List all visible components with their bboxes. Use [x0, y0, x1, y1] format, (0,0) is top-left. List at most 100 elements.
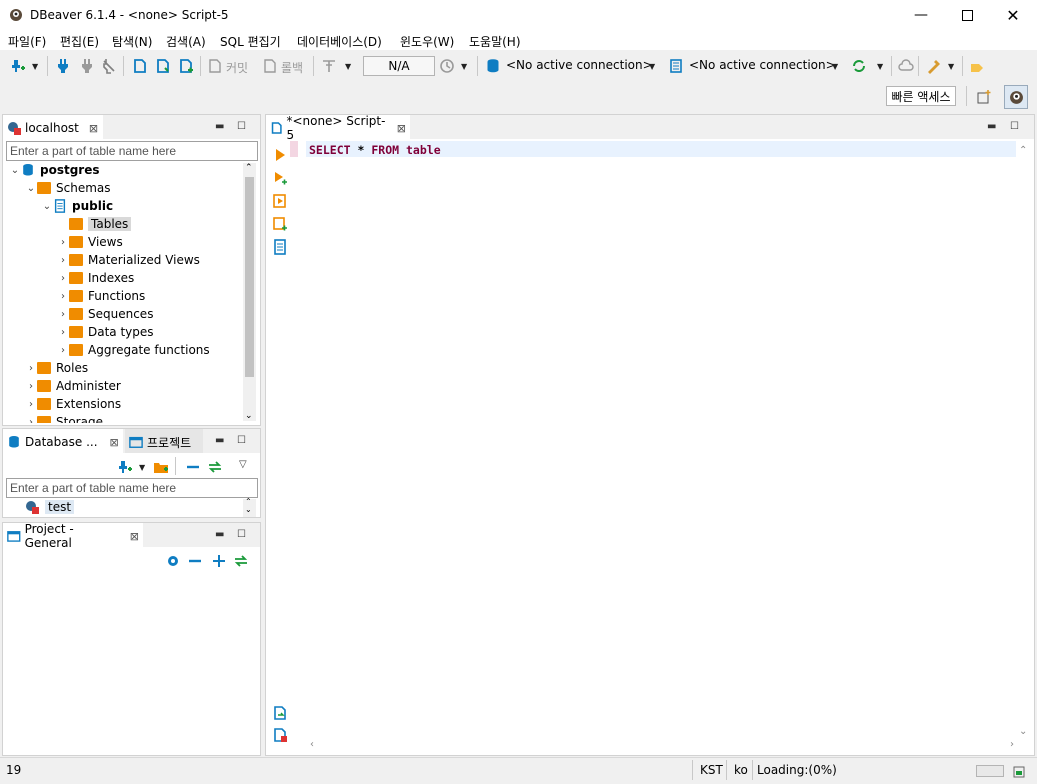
chevron-down-icon[interactable]: ▼	[832, 62, 838, 71]
tree-item-storage[interactable]: › Storage	[25, 413, 103, 423]
execute-script-new-tab-icon[interactable]	[272, 216, 288, 232]
maximize-panel-icon[interactable]: ☐	[237, 121, 246, 132]
database-filter-input[interactable]: Enter a part of table name here	[6, 478, 258, 498]
tree-item-sequences[interactable]: › Sequences	[57, 305, 153, 323]
disconnect-icon[interactable]	[101, 58, 117, 74]
chevron-up-icon[interactable]: ⌃	[245, 163, 253, 173]
collapse-all-icon[interactable]	[187, 553, 203, 569]
tree-item-indexes[interactable]: › Indexes	[57, 269, 134, 287]
chevron-down-icon[interactable]: ▼	[345, 62, 351, 71]
maximize-panel-icon[interactable]: ☐	[237, 529, 246, 540]
chevron-down-icon[interactable]: ⌄	[25, 183, 37, 194]
tree-item-test[interactable]: test	[25, 498, 75, 516]
chevron-right-icon[interactable]: ›	[57, 273, 69, 284]
menu-file[interactable]: 파일(F)	[8, 33, 46, 50]
chevron-down-icon[interactable]: ⌄	[41, 201, 53, 212]
maximize-panel-icon[interactable]: ☐	[237, 435, 246, 446]
rollback-icon[interactable]	[262, 58, 278, 74]
heap-status-bar[interactable]	[976, 765, 1004, 777]
maximize-button[interactable]	[944, 0, 990, 30]
navigator-scrollbar[interactable]: ⌃ ⌄	[243, 163, 256, 421]
open-perspective-icon[interactable]	[976, 89, 992, 105]
tab-projects[interactable]: 프로젝트	[125, 429, 203, 453]
explain-plan-icon[interactable]	[272, 239, 288, 255]
minimize-panel-icon[interactable]: ▬	[215, 435, 224, 446]
tree-item-postgres[interactable]: ⌄ postgres	[9, 161, 100, 179]
chevron-down-icon[interactable]: ▼	[461, 62, 467, 71]
chevron-right-icon[interactable]: ›	[57, 309, 69, 320]
chevron-down-icon[interactable]: ▼	[877, 62, 883, 71]
sql-editor-icon[interactable]	[132, 58, 148, 74]
commit-button[interactable]: 커밋	[226, 59, 248, 76]
execute-script-icon[interactable]	[272, 193, 288, 209]
execute-in-new-tab-icon[interactable]	[272, 170, 288, 186]
chevron-right-icon[interactable]: ›	[57, 327, 69, 338]
chevron-down-icon[interactable]: ▼	[948, 62, 954, 71]
minimize-panel-icon[interactable]: ▬	[987, 121, 996, 132]
editor-scrollbar-vertical[interactable]: ⌃ ⌄	[1017, 145, 1031, 737]
garbage-collect-icon[interactable]	[1011, 763, 1027, 779]
chevron-down-icon[interactable]: ⌄	[1019, 726, 1027, 737]
tree-item-data-types[interactable]: › Data types	[57, 323, 154, 341]
chevron-right-icon[interactable]: ›	[25, 381, 37, 392]
dbeaver-perspective-button[interactable]	[1004, 85, 1028, 109]
view-menu-icon[interactable]: ▽	[239, 459, 247, 470]
menu-window[interactable]: 윈도우(W)	[400, 33, 454, 50]
menu-database[interactable]: 데이터베이스(D)	[297, 33, 382, 50]
tree-item-views[interactable]: › Views	[57, 233, 123, 251]
chevron-down-icon[interactable]: ▼	[139, 463, 145, 472]
history-icon[interactable]	[439, 58, 455, 74]
tree-item-functions[interactable]: › Functions	[57, 287, 145, 305]
minimize-panel-icon[interactable]: ▬	[215, 529, 224, 540]
menu-navigate[interactable]: 탐색(N)	[112, 33, 152, 50]
close-tab-icon[interactable]: ⊠	[89, 122, 98, 135]
tree-item-public[interactable]: ⌄ public	[41, 197, 113, 215]
maximize-panel-icon[interactable]: ☐	[1010, 121, 1019, 132]
chevron-down-icon[interactable]: ▼	[649, 62, 655, 71]
active-schema-selector[interactable]: <No active connection>	[689, 58, 836, 72]
chevron-right-icon[interactable]: ›	[25, 363, 37, 374]
database-scrollbar[interactable]: ⌃ ⌄	[243, 497, 256, 517]
tree-item-extensions[interactable]: › Extensions	[25, 395, 121, 413]
chevron-left-icon[interactable]: ‹	[310, 739, 314, 750]
cloud-icon[interactable]	[898, 58, 914, 74]
export-script-icon[interactable]	[272, 705, 288, 721]
chevron-right-icon[interactable]: ›	[57, 345, 69, 356]
link-with-editor-icon[interactable]	[233, 553, 249, 569]
minimize-button[interactable]: —	[898, 0, 944, 30]
chevron-down-icon[interactable]: ⌄	[9, 165, 21, 176]
invalidate-reconnect-icon[interactable]	[79, 58, 95, 74]
tab-script-5[interactable]: *<none> Script-5 ⊠	[266, 114, 410, 142]
connect-icon[interactable]	[55, 58, 71, 74]
close-tab-icon[interactable]: ⊠	[397, 122, 406, 135]
close-button[interactable]: ✕	[990, 0, 1036, 30]
new-connection-icon[interactable]	[10, 58, 26, 74]
tree-item-schemas[interactable]: ⌄ Schemas	[25, 179, 111, 197]
sql-code-line[interactable]: SELECT * FROM table	[309, 143, 441, 157]
new-connection-icon[interactable]	[117, 459, 133, 475]
chevron-down-icon[interactable]: ⌄	[245, 411, 253, 421]
navigator-filter-input[interactable]: Enter a part of table name here	[6, 141, 258, 161]
menu-help[interactable]: 도움말(H)	[469, 33, 521, 50]
chevron-down-icon[interactable]: ⌄	[245, 505, 252, 514]
tab-project-general[interactable]: Project - General ⊠	[3, 522, 143, 550]
chevron-right-icon[interactable]: ›	[57, 255, 69, 266]
execute-statement-icon[interactable]	[272, 147, 288, 163]
sync-icon[interactable]	[851, 58, 867, 74]
commit-icon[interactable]	[207, 58, 223, 74]
tree-item-aggregate-functions[interactable]: › Aggregate functions	[57, 341, 210, 359]
scrollbar-thumb[interactable]	[245, 177, 254, 377]
expand-all-icon[interactable]	[211, 553, 227, 569]
tip-icon[interactable]	[969, 58, 985, 74]
menu-search[interactable]: 검색(A)	[166, 33, 206, 50]
tree-item-tables[interactable]: Tables	[57, 215, 132, 233]
chevron-right-icon[interactable]: ›	[25, 399, 37, 410]
chevron-down-icon[interactable]: ▼	[32, 62, 38, 71]
minimize-panel-icon[interactable]: ▬	[215, 121, 224, 132]
tools-icon[interactable]	[926, 58, 942, 74]
tab-database[interactable]: Database ... ⊠	[3, 429, 123, 453]
link-with-editor-icon[interactable]	[207, 459, 223, 475]
close-script-icon[interactable]	[272, 727, 288, 743]
chevron-right-icon[interactable]: ›	[1010, 739, 1014, 750]
tab-localhost[interactable]: localhost ⊠	[3, 115, 103, 139]
